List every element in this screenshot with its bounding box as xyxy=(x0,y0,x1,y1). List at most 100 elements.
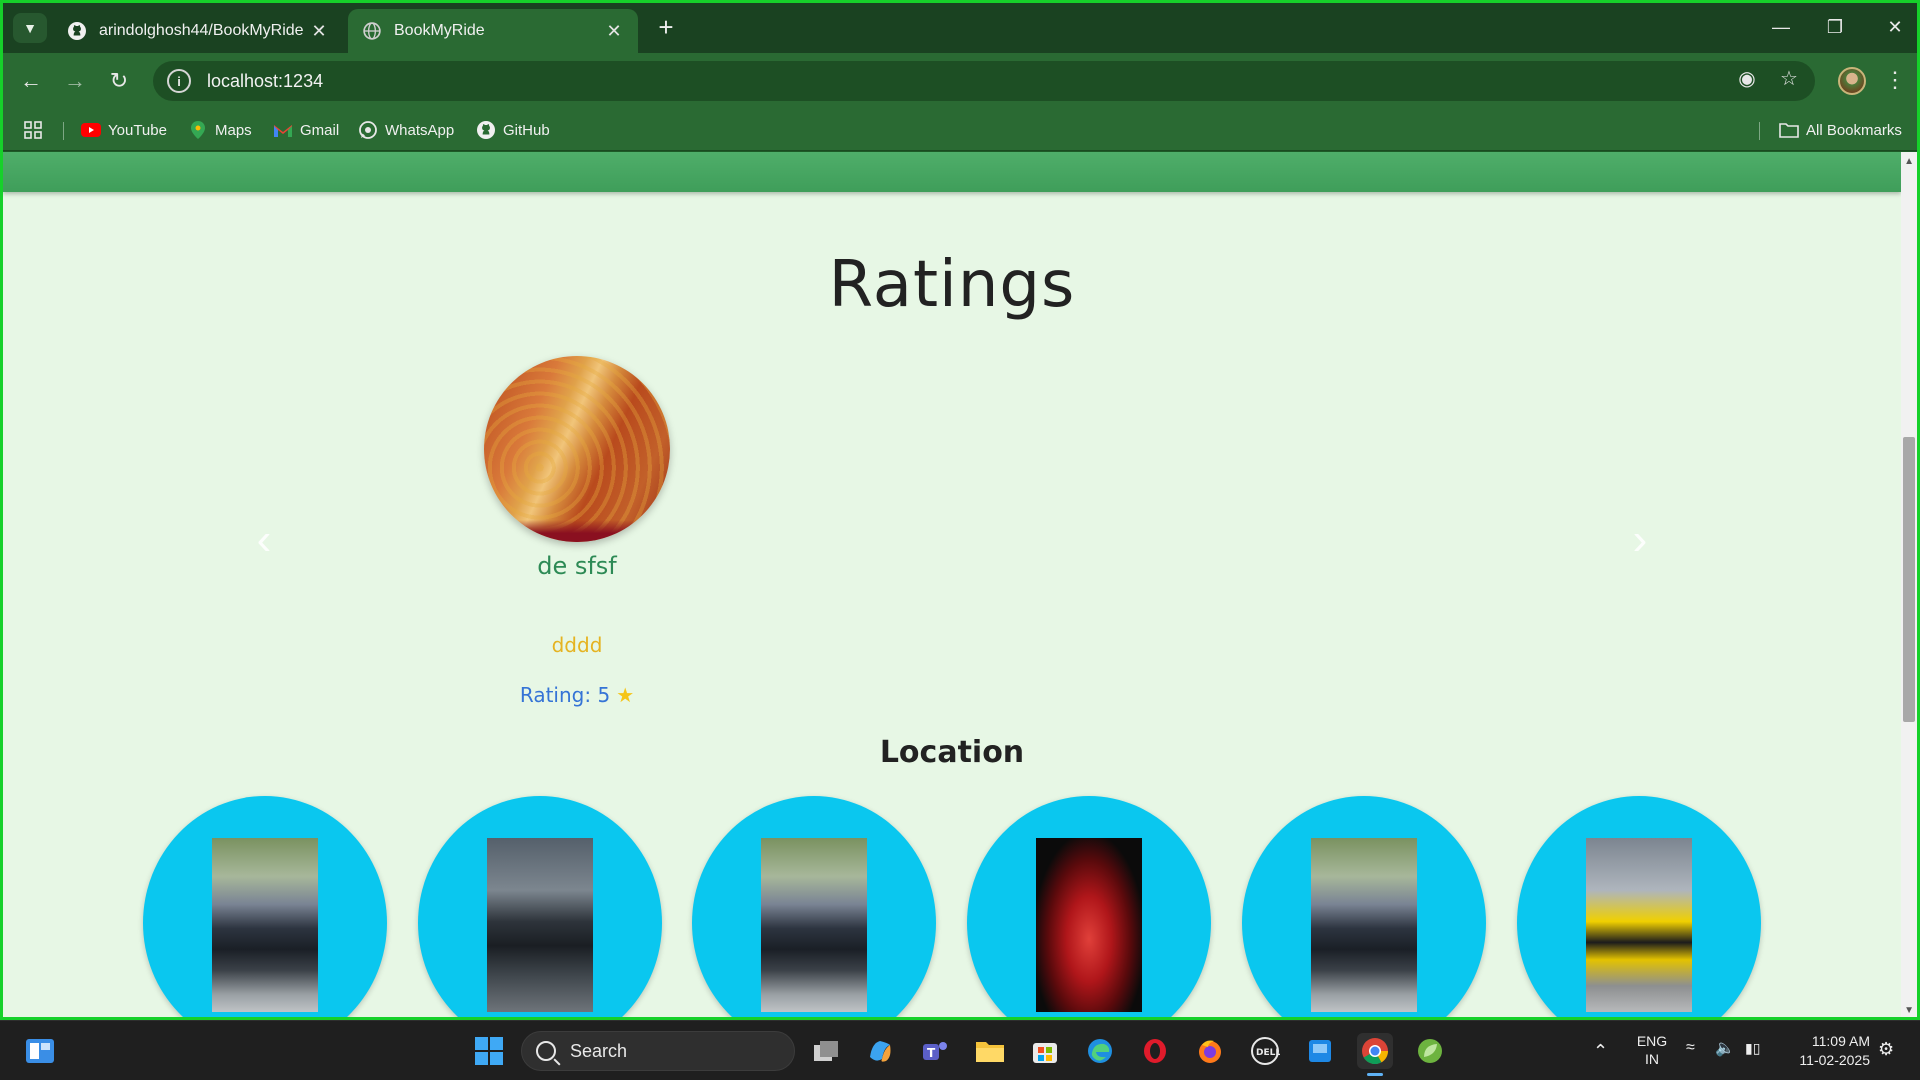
copilot-icon[interactable] xyxy=(862,1033,898,1069)
close-window-icon[interactable]: ✕ xyxy=(1875,11,1915,45)
location-card[interactable] xyxy=(418,796,662,1017)
location-card[interactable] xyxy=(967,796,1211,1017)
car-image xyxy=(1036,838,1142,1012)
location-card[interactable] xyxy=(1517,796,1761,1017)
active-app-indicator xyxy=(1367,1073,1383,1076)
all-bookmarks-button[interactable]: All Bookmarks xyxy=(1779,117,1902,143)
bookmark-youtube[interactable]: YouTube xyxy=(81,117,167,143)
bookmark-label: WhatsApp xyxy=(385,121,455,139)
time-text: 11:09 AM xyxy=(1811,1033,1870,1049)
carousel-next-icon[interactable]: › xyxy=(1625,515,1655,565)
restore-icon[interactable]: ❐ xyxy=(1815,11,1855,45)
battery-icon[interactable]: ▮▯ xyxy=(1745,1040,1760,1057)
chevron-down-icon: ▼ xyxy=(23,20,37,36)
location-card[interactable] xyxy=(143,796,387,1017)
github-icon xyxy=(67,21,87,41)
bookmark-gmail[interactable]: Gmail xyxy=(273,117,339,143)
info-icon[interactable]: i xyxy=(167,69,191,93)
opera-icon[interactable] xyxy=(1137,1033,1173,1069)
tab-title: arindolghosh44/BookMyRide xyxy=(99,22,304,39)
microsoft-store-icon[interactable] xyxy=(1027,1033,1063,1069)
forward-arrow-icon[interactable]: → xyxy=(57,63,93,99)
tab-title: BookMyRide xyxy=(394,22,485,39)
bookmark-github[interactable]: GitHub xyxy=(476,117,550,143)
eye-off-icon[interactable]: ◉ xyxy=(1729,61,1765,97)
location-heading: Location xyxy=(879,735,1025,770)
reload-icon[interactable]: ↻ xyxy=(101,63,137,99)
youtube-icon xyxy=(81,121,101,139)
tab-github[interactable]: arindolghosh44/BookMyRide ✕ xyxy=(53,9,343,53)
bookmark-maps[interactable]: Maps xyxy=(188,117,252,143)
bookmark-label: YouTube xyxy=(108,121,167,139)
new-tab-button[interactable]: + xyxy=(651,13,681,43)
bookmark-whatsapp[interactable]: WhatsApp xyxy=(358,117,454,143)
profile-avatar[interactable] xyxy=(1838,67,1866,95)
clock[interactable]: 11:09 AM 11-02-2025 xyxy=(1780,1032,1870,1070)
tab-strip: ▼ arindolghosh44/BookMyRide ✕ BookMyRide… xyxy=(3,3,1917,53)
address-bar[interactable]: i localhost:1234 xyxy=(153,61,1815,101)
car-image xyxy=(212,838,318,1012)
date-text: 11-02-2025 xyxy=(1799,1052,1870,1068)
language-code: ENG xyxy=(1636,1033,1668,1049)
scroll-up-icon[interactable]: ▲ xyxy=(1904,156,1914,167)
teams-icon[interactable]: T xyxy=(917,1033,953,1069)
bookmark-label: Gmail xyxy=(300,121,340,139)
whatsapp-icon xyxy=(358,121,378,139)
review-text: dddd xyxy=(551,633,603,657)
wifi-icon[interactable]: ≈ xyxy=(1686,1039,1695,1057)
vertical-scrollbar[interactable]: ▲ ▼ xyxy=(1901,152,1917,1017)
location-card[interactable] xyxy=(1242,796,1486,1017)
carousel-prev-icon[interactable]: ‹ xyxy=(249,515,279,565)
windows-start-icon[interactable] xyxy=(471,1033,507,1069)
spring-leaf-icon[interactable] xyxy=(1412,1033,1448,1069)
apps-grid-icon[interactable] xyxy=(23,117,43,143)
chrome-icon[interactable] xyxy=(1357,1033,1393,1069)
task-view-icon[interactable] xyxy=(808,1033,844,1069)
language-indicator[interactable]: ENG IN xyxy=(1630,1032,1674,1068)
browser-window: ▼ arindolghosh44/BookMyRide ✕ BookMyRide… xyxy=(0,0,1920,1020)
back-arrow-icon[interactable]: ← xyxy=(13,63,49,99)
location-card[interactable] xyxy=(692,796,936,1017)
firefox-icon[interactable] xyxy=(1192,1033,1228,1069)
car-image xyxy=(487,838,593,1012)
header-strip xyxy=(3,152,1901,192)
bookmark-label: Maps xyxy=(215,121,252,139)
notification-icon[interactable]: ⚙ xyxy=(1878,1039,1894,1060)
divider xyxy=(1759,122,1760,140)
more-menu-icon[interactable]: ⋮ xyxy=(1883,63,1907,99)
close-icon[interactable]: ✕ xyxy=(309,21,329,42)
file-explorer-icon[interactable] xyxy=(972,1033,1008,1069)
bookmarks-bar: YouTube Maps Gmail WhatsApp GitHub All B… xyxy=(3,109,1917,151)
url-text: localhost:1234 xyxy=(207,70,324,91)
car-image xyxy=(1311,838,1417,1012)
bookmark-label: GitHub xyxy=(503,121,550,139)
scroll-down-icon[interactable]: ▼ xyxy=(1904,1005,1914,1016)
blue-app-icon[interactable] xyxy=(1302,1033,1338,1069)
rating-line: Rating: 5 ★ xyxy=(477,683,677,707)
taskbar: Search T DELL ⌃ ENG IN ≈ 🔈 ▮▯ 11:09 AM 1… xyxy=(0,1020,1920,1080)
widgets-icon[interactable] xyxy=(22,1033,58,1069)
reviewer-avatar xyxy=(484,356,670,542)
minimize-icon[interactable]: — xyxy=(1761,11,1801,45)
close-icon[interactable]: ✕ xyxy=(604,21,624,42)
globe-icon xyxy=(362,21,382,41)
edge-icon[interactable] xyxy=(1082,1033,1118,1069)
taskbar-search[interactable]: Search xyxy=(521,1031,795,1071)
car-image xyxy=(761,838,867,1012)
dell-icon[interactable]: DELL xyxy=(1247,1033,1283,1069)
search-label: Search xyxy=(570,1040,628,1061)
tab-bookmyride[interactable]: BookMyRide ✕ xyxy=(348,9,638,53)
volume-icon[interactable]: 🔈 xyxy=(1715,1038,1735,1058)
divider xyxy=(63,122,64,140)
svg-text:DELL: DELL xyxy=(1256,1048,1280,1058)
scrollbar-thumb[interactable] xyxy=(1903,437,1915,722)
car-image xyxy=(1586,838,1692,1012)
github-icon xyxy=(476,121,496,139)
chevron-up-icon[interactable]: ⌃ xyxy=(1593,1041,1608,1062)
gmail-icon xyxy=(273,121,293,139)
star-bookmark-icon[interactable]: ☆ xyxy=(1771,61,1807,97)
folder-icon xyxy=(1779,121,1799,139)
page-viewport: Ratings ‹ › de sfsf dddd Rating: 5 ★ Loca… xyxy=(3,152,1917,1017)
tab-search-button[interactable]: ▼ xyxy=(13,13,47,43)
rating-label: Rating: 5 xyxy=(519,683,611,707)
